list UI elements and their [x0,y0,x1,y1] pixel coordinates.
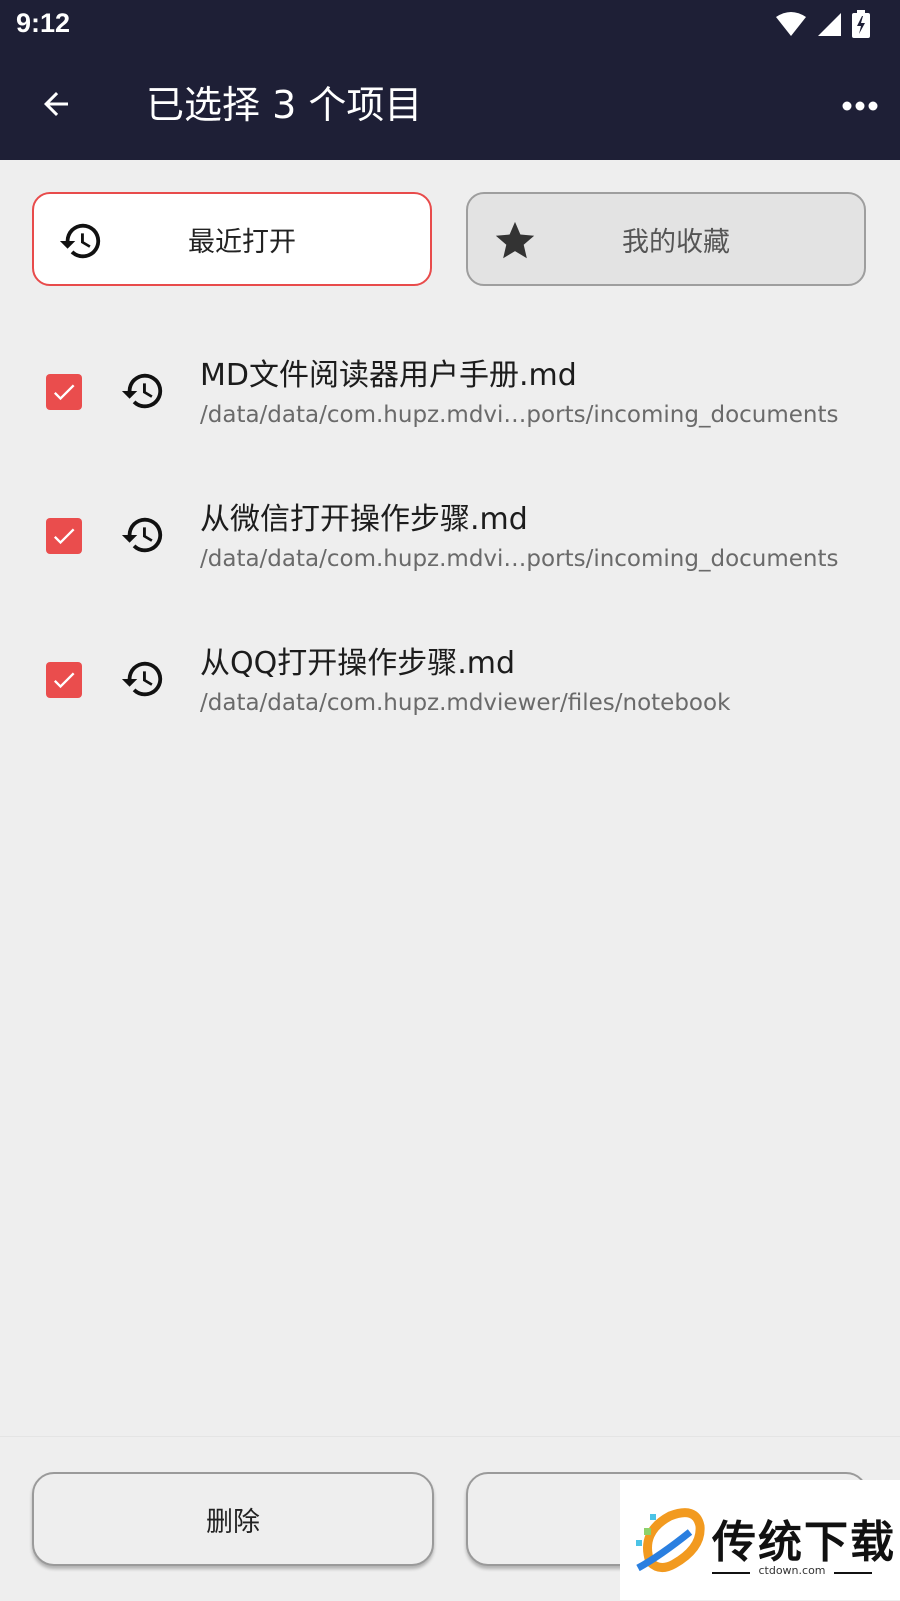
item-path: /data/data/com.hupz.mdviewer/files/noteb… [200,690,731,716]
list-item[interactable]: 从QQ打开操作步骤.md /data/data/com.hupz.mdviewe… [0,618,900,738]
item-title: 从微信打开操作步骤.md [200,502,528,537]
more-horizontal-icon [842,101,878,111]
delete-button[interactable]: 删除 [32,1472,434,1566]
star-icon [495,221,535,259]
watermark: 传统下载 ctdown.com [620,1480,900,1600]
check-icon [53,672,75,689]
history-icon [121,373,163,409]
list-item[interactable]: 从微信打开操作步骤.md /data/data/com.hupz.mdvi…po… [0,474,900,594]
item-title: MD文件阅读器用户手册.md [200,358,577,393]
page-title: 已选择 3 个项目 [146,83,423,127]
history-icon [121,661,163,697]
item-checkbox[interactable] [46,374,82,410]
watermark-subtext: ctdown.com [758,1564,826,1577]
item-path: /data/data/com.hupz.mdvi…ports/incoming_… [200,402,839,428]
list-item[interactable]: MD文件阅读器用户手册.md /data/data/com.hupz.mdvi…… [0,330,900,450]
item-checkbox[interactable] [46,518,82,554]
more-options-button[interactable] [834,80,886,132]
check-icon [53,528,75,545]
item-path: /data/data/com.hupz.mdvi…ports/incoming_… [200,546,839,572]
item-title: 从QQ打开操作步骤.md [200,646,516,681]
battery-charging-icon [852,10,870,38]
history-icon [121,517,163,553]
watermark-divider-right [834,1572,872,1574]
back-button[interactable] [30,78,82,130]
tab-recent[interactable]: 最近打开 [32,192,432,286]
check-icon [53,384,75,401]
item-checkbox[interactable] [46,662,82,698]
history-icon [59,223,101,259]
app-bar: 9:12 已选择 3 个项目 [0,0,900,160]
arrow-left-icon [44,92,68,116]
wifi-icon [776,12,806,36]
signal-icon [818,13,841,36]
tab-favorites[interactable]: 我的收藏 [466,192,866,286]
watermark-logo [636,1508,705,1572]
watermark-text: 传统下载 [712,1517,896,1568]
status-icons [776,10,870,38]
status-time: 9:12 [16,8,71,38]
